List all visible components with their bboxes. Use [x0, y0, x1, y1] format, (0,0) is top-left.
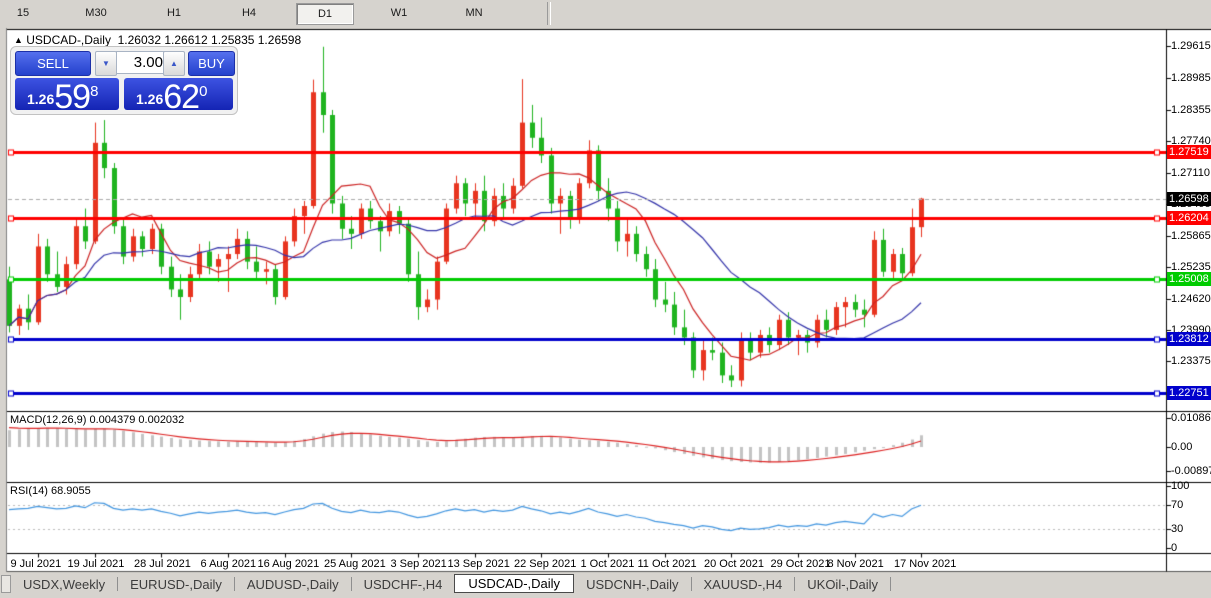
date-label: 29 Oct 2021	[770, 558, 831, 570]
current-price-label: 1.26598	[1167, 191, 1211, 206]
chart-tab-usdx[interactable]: USDX,Weekly	[11, 576, 117, 593]
buy-button[interactable]: BUY	[188, 51, 235, 76]
sell-price-small: 1.26	[27, 91, 55, 107]
chart-ohlc-values: 1.26032 1.26612 1.25835 1.26598	[117, 33, 302, 47]
price-tick-label: 1.28985	[1171, 71, 1211, 84]
sell-button[interactable]: SELL	[15, 51, 91, 76]
price-tick-label: 1.27110	[1171, 166, 1210, 179]
date-label: 20 Oct 2021	[704, 558, 764, 570]
price-tick-label: 1.24620	[1171, 292, 1211, 305]
chart-tab-usdchf[interactable]: USDCHF-,H4	[352, 576, 455, 593]
hline-price-label: 1.27519	[1167, 144, 1211, 159]
chart-tab-ukoil[interactable]: UKOil-,Daily	[795, 576, 890, 593]
one-click-trading-panel: SELL ▼ 3.00 ▲ BUY 1.26598 1.26620	[10, 46, 238, 116]
buy-price-display[interactable]: 1.26620	[124, 78, 233, 116]
rsi-tick-label: 70	[1171, 498, 1184, 511]
buy-price-small: 1.26	[136, 91, 164, 107]
rsi-tick-label: 30	[1171, 523, 1184, 536]
date-label: 17 Nov 2021	[894, 558, 957, 570]
price-tick-label: 1.28355	[1171, 103, 1211, 116]
date-label: 8 Nov 2021	[827, 558, 884, 570]
tab-separator	[890, 577, 892, 591]
date-label: 13 Sep 2021	[447, 558, 510, 570]
macd-tick-label: -0.008974	[1171, 464, 1211, 477]
price-tick-label: 1.29615	[1171, 39, 1211, 52]
sell-price-display[interactable]: 1.26598	[15, 78, 119, 116]
price-tick-label: 1.25865	[1171, 229, 1211, 242]
sell-price-sup: 8	[90, 83, 99, 100]
macd-indicator-label: MACD(12,26,9) 0.004379 0.002032	[10, 414, 185, 426]
date-label: 11 Oct 2021	[637, 558, 697, 570]
date-label: 3 Sep 2021	[390, 558, 447, 570]
buy-price-sup: 0	[199, 83, 208, 100]
macd-tick-label: 0.010869	[1171, 412, 1211, 424]
rsi-tick-label: 0	[1171, 542, 1178, 554]
macd-tick-label: 0.00	[1171, 441, 1193, 453]
date-label: 19 Jul 2021	[67, 558, 125, 570]
date-label: 6 Aug 2021	[200, 558, 257, 570]
chart-tab-usdcnh[interactable]: USDCNH-,Daily	[574, 576, 690, 593]
date-label: 22 Sep 2021	[514, 558, 577, 570]
date-label: 25 Aug 2021	[324, 558, 386, 570]
triangle-up-icon: ▲	[14, 35, 23, 45]
volume-increase-button[interactable]: ▲	[163, 51, 185, 76]
chart-tab-usdcad[interactable]: USDCAD-,Daily	[454, 573, 575, 593]
rsi-tick-label: 100	[1171, 480, 1190, 492]
rsi-indicator-label: RSI(14) 68.9055	[10, 485, 91, 497]
chart-symbol-label: USDCAD-,Daily	[26, 33, 111, 47]
date-label: 9 Jul 2021	[10, 558, 62, 570]
buy-price-big: 62	[163, 78, 200, 116]
hline-price-label: 1.22751	[1167, 386, 1211, 401]
chart-tab-audusd[interactable]: AUDUSD-,Daily	[235, 576, 351, 593]
hline-price-label: 1.26204	[1167, 211, 1211, 226]
hline-price-label: 1.25008	[1167, 271, 1211, 286]
date-label: 16 Aug 2021	[257, 558, 320, 570]
volume-input[interactable]: 3.00	[116, 51, 168, 74]
volume-decrease-button[interactable]: ▼	[95, 51, 117, 76]
price-tick-label: 1.23375	[1171, 355, 1211, 368]
chart-tab-eurusd[interactable]: EURUSD-,Daily	[118, 576, 234, 593]
sell-price-big: 59	[54, 78, 91, 116]
date-label: 28 Jul 2021	[134, 558, 191, 570]
date-label: 1 Oct 2021	[580, 558, 635, 570]
hline-price-label: 1.23812	[1167, 332, 1211, 347]
chart-tab-xauusd[interactable]: XAUUSD-,H4	[692, 576, 795, 593]
chart-title: ▲ USDCAD-,Daily 1.26032 1.26612 1.25835 …	[14, 33, 301, 47]
mt4-window: 15M30H1H4D1W1MN ▲ USDCAD-,Daily 1.26032 …	[0, 0, 1211, 598]
chart-tabbar: USDX,Weekly EURUSD-,Daily AUDUSD-,Daily USD…	[0, 573, 1211, 594]
tab-scroll-stub[interactable]	[1, 575, 11, 593]
